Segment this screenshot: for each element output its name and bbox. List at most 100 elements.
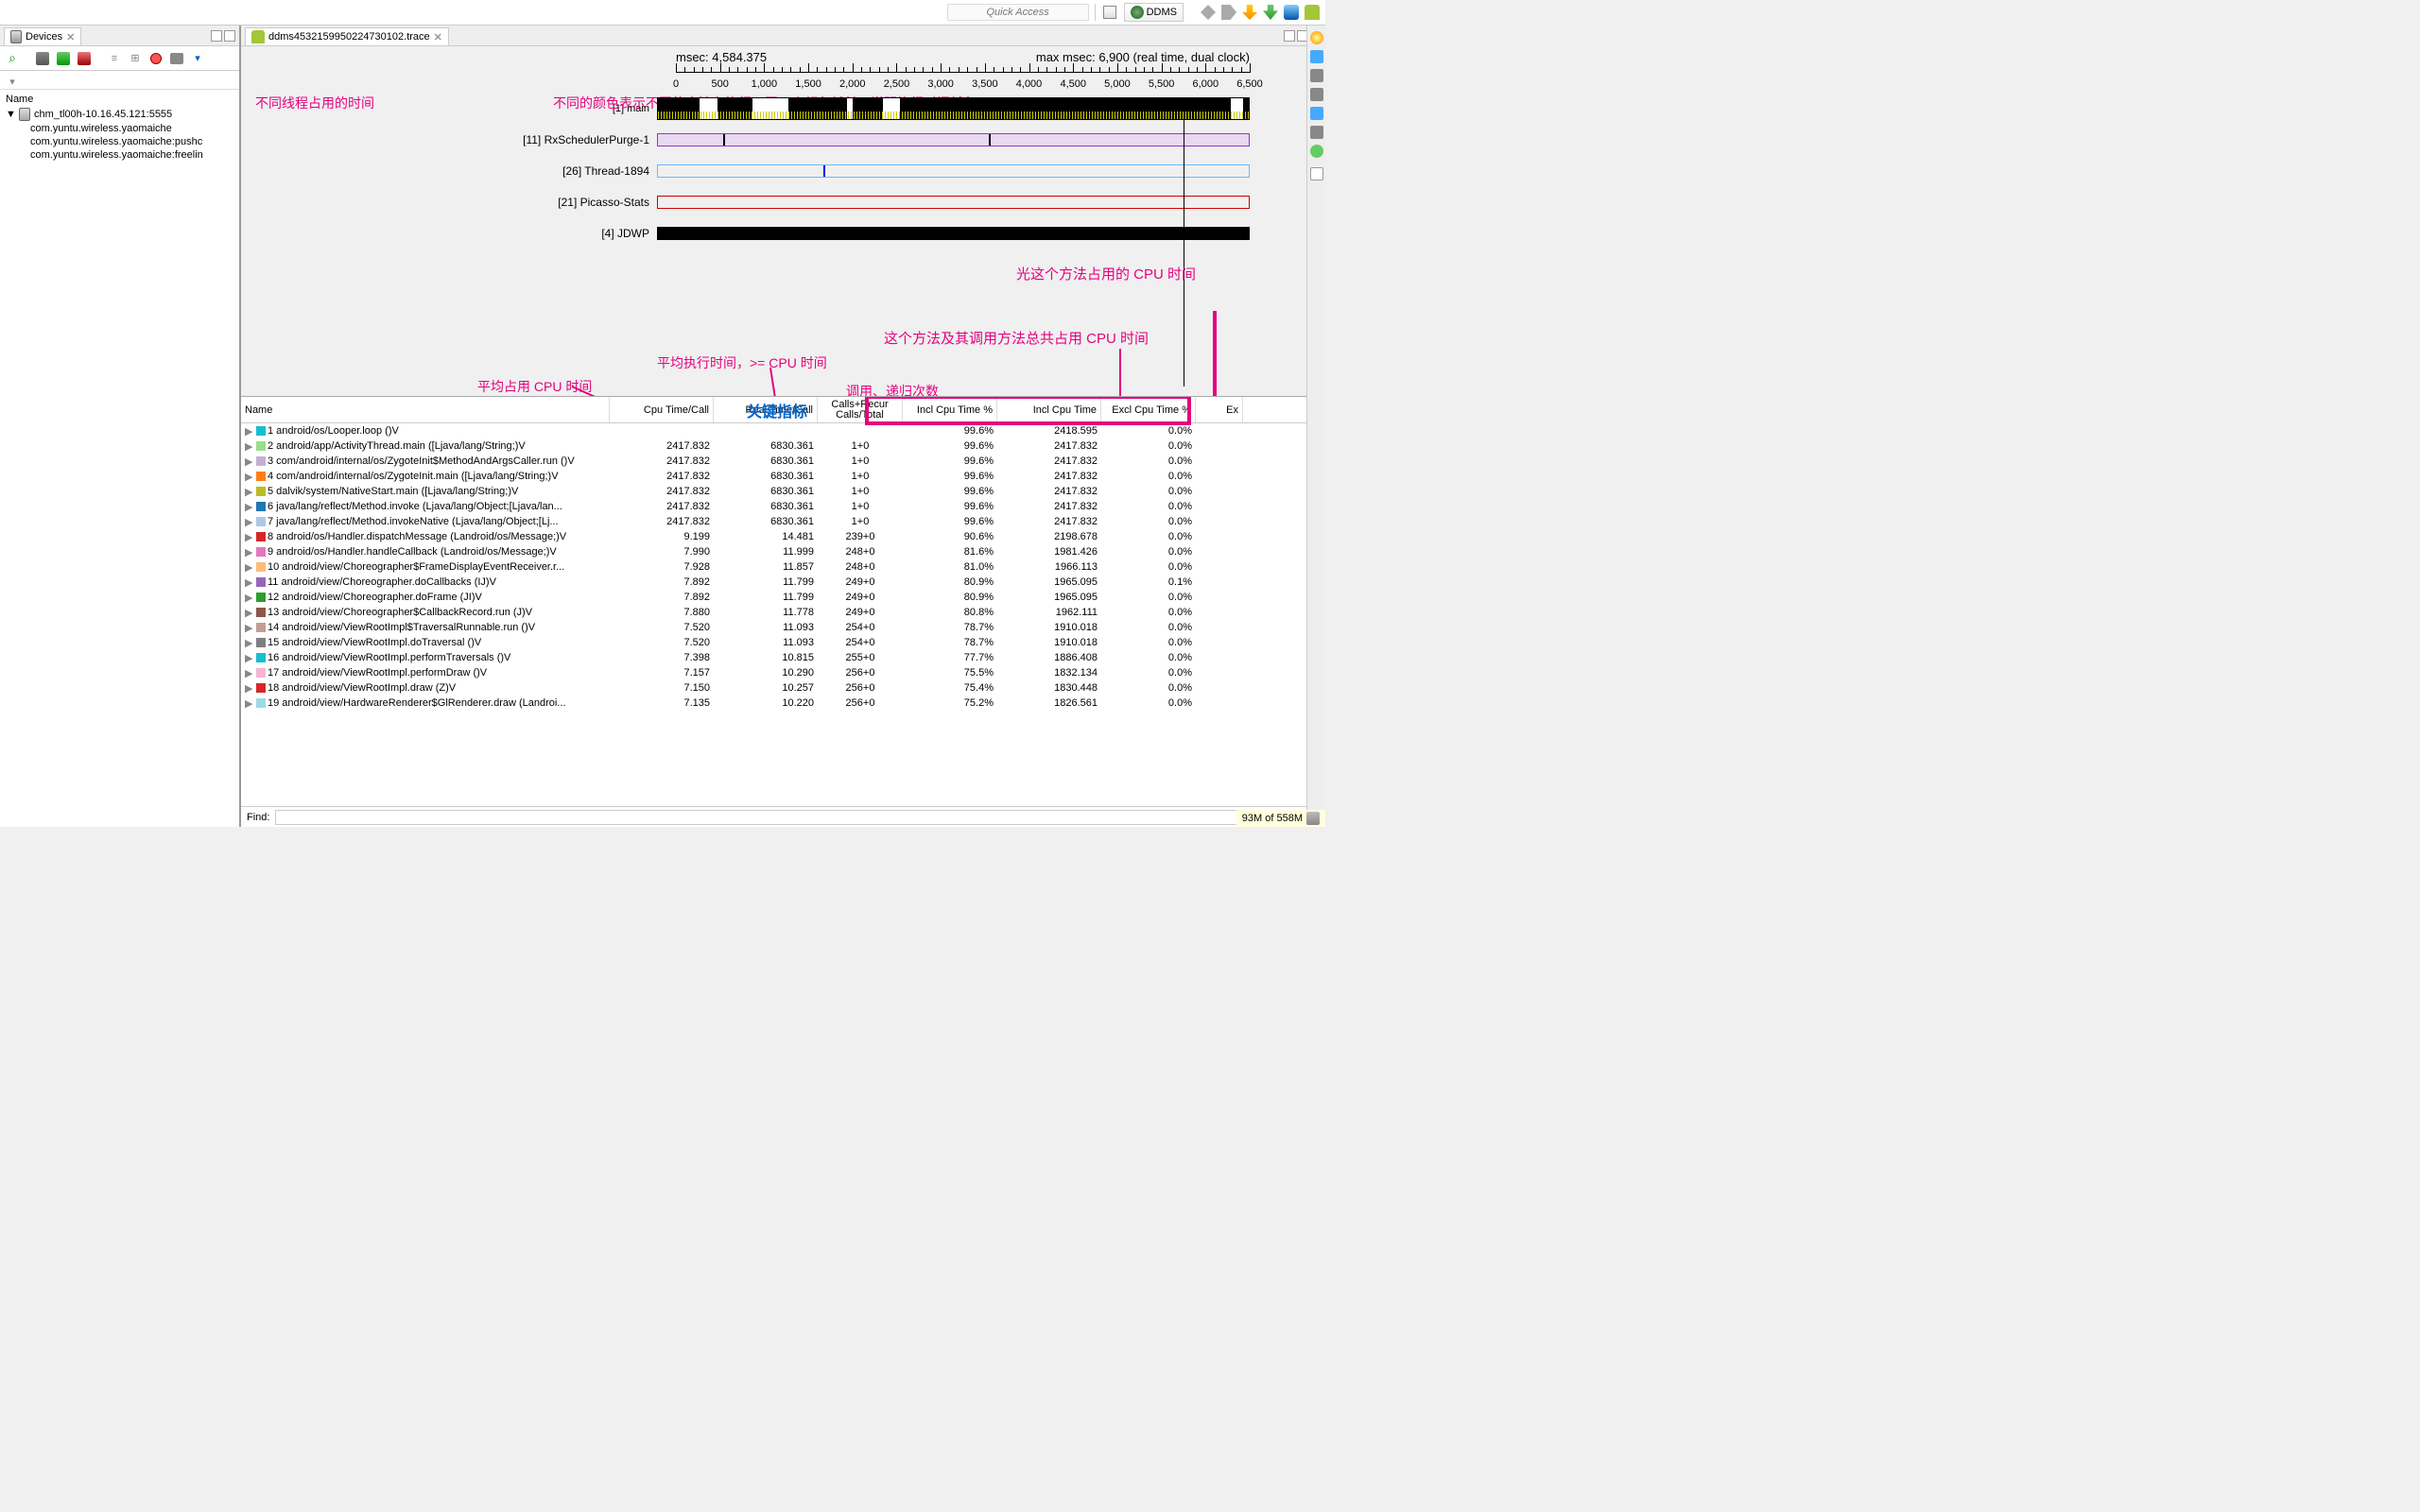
devices-tree[interactable]: Name ▼ chm_tl00h-10.16.45.121:5555 com.y… xyxy=(0,90,239,827)
time-ruler[interactable]: 05001,0001,5002,0002,5003,0003,5004,0004… xyxy=(676,72,1250,94)
expand-icon[interactable]: ▶ xyxy=(245,697,254,710)
table-row[interactable]: ▶ 16 android/view/ViewRootImpl.performTr… xyxy=(241,650,1306,665)
expand-icon[interactable]: ▶ xyxy=(245,576,254,589)
table-body[interactable]: ▶ 1 android/os/Looper.loop ()V99.6%2418.… xyxy=(241,423,1306,806)
thread-row-main[interactable]: [1] main xyxy=(241,94,1250,123)
table-row[interactable]: ▶ 15 android/view/ViewRootImpl.doTravers… xyxy=(241,635,1306,650)
expand-icon[interactable]: ▶ xyxy=(245,546,254,558)
view-icon-7[interactable] xyxy=(1310,167,1323,180)
android-download-icon[interactable] xyxy=(1263,5,1278,20)
table-row[interactable]: ▶ 8 android/os/Handler.dispatchMessage (… xyxy=(241,529,1306,544)
table-row[interactable]: ▶ 11 android/view/Choreographer.doCallba… xyxy=(241,575,1306,590)
expand-icon[interactable]: ▶ xyxy=(245,607,254,619)
process-row[interactable]: com.yuntu.wireless.yaomaiche:pushc xyxy=(2,135,237,148)
table-row[interactable]: ▶ 3 com/android/internal/os/ZygoteInit$M… xyxy=(241,454,1306,469)
thread-picasso-bar[interactable] xyxy=(657,196,1250,209)
download-icon[interactable] xyxy=(1242,5,1257,20)
table-row[interactable]: ▶ 17 android/view/ViewRootImpl.performDr… xyxy=(241,665,1306,680)
table-row[interactable]: ▶ 19 android/view/HardwareRenderer$GlRen… xyxy=(241,696,1306,711)
expand-icon[interactable]: ▶ xyxy=(245,531,254,543)
view-icon-2[interactable] xyxy=(1310,69,1323,82)
update-heap-icon[interactable] xyxy=(36,52,49,65)
screenshot-icon[interactable] xyxy=(170,53,183,64)
dump-hprof-icon[interactable] xyxy=(57,52,70,65)
cause-gc-icon[interactable] xyxy=(78,52,91,65)
col-name[interactable]: Name xyxy=(241,397,610,422)
thread-row-picasso[interactable]: [21] Picasso-Stats xyxy=(241,188,1250,216)
thread-rx-bar[interactable] xyxy=(657,133,1250,146)
device-node[interactable]: ▼ chm_tl00h-10.16.45.121:5555 xyxy=(2,107,237,122)
trace-tab[interactable]: ddms4532159950224730102.trace ✕ xyxy=(245,27,449,45)
table-row[interactable]: ▶ 5 dalvik/system/NativeStart.main ([Lja… xyxy=(241,484,1306,499)
expand-icon[interactable]: ▶ xyxy=(245,682,254,695)
update-threads-icon[interactable]: ≡ xyxy=(106,50,123,67)
table-row[interactable]: ▶ 7 java/lang/reflect/Method.invokeNativ… xyxy=(241,514,1306,529)
thread-jdwp-bar[interactable] xyxy=(657,227,1250,240)
expand-icon[interactable]: ▶ xyxy=(245,501,254,513)
table-row[interactable]: ▶ 14 android/view/ViewRootImpl$Traversal… xyxy=(241,620,1306,635)
toolbar-icon-1[interactable] xyxy=(1201,5,1216,20)
thread-1894-bar[interactable] xyxy=(657,164,1250,178)
view-icon-6[interactable] xyxy=(1310,145,1323,158)
thread-row-rx[interactable]: [11] RxSchedulerPurge-1 xyxy=(241,126,1250,154)
table-row[interactable]: ▶ 13 android/view/Choreographer$Callback… xyxy=(241,605,1306,620)
expand-icon[interactable]: ▶ xyxy=(245,667,254,679)
timeline-pane[interactable]: msec: 4,584.375 max msec: 6,900 (real ti… xyxy=(241,46,1306,396)
maximize-button[interactable] xyxy=(224,30,235,42)
expand-arrow-icon[interactable]: ▼ xyxy=(6,109,15,120)
ddms-perspective-button[interactable]: DDMS xyxy=(1124,3,1184,22)
toolbar-icon-2[interactable] xyxy=(1221,5,1236,20)
view-icon-4[interactable] xyxy=(1310,107,1323,120)
col-excl-cpu[interactable]: Ex xyxy=(1196,397,1243,422)
expand-icon[interactable]: ▶ xyxy=(245,592,254,604)
process-row[interactable]: com.yuntu.wireless.yaomaiche xyxy=(2,122,237,135)
process-row[interactable]: com.yuntu.wireless.yaomaiche:freelin xyxy=(2,148,237,162)
devices-toolbar: ⌕ ≡ ⊞ ▾ xyxy=(0,46,239,71)
col-incl-cpu[interactable]: Incl Cpu Time xyxy=(997,397,1101,422)
open-perspective-button[interactable] xyxy=(1101,4,1118,21)
expand-icon[interactable]: ▶ xyxy=(245,471,254,483)
expand-icon[interactable]: ▶ xyxy=(245,622,254,634)
start-profiling-icon[interactable]: ⊞ xyxy=(127,50,144,67)
close-icon[interactable]: ✕ xyxy=(434,31,442,43)
expand-icon[interactable]: ▶ xyxy=(245,561,254,574)
expand-icon[interactable]: ▶ xyxy=(245,455,254,468)
android-icon-toolbar[interactable] xyxy=(1305,5,1320,20)
minimize-button[interactable] xyxy=(211,30,222,42)
thread-main-bar[interactable] xyxy=(657,97,1250,120)
dump-view-icon[interactable]: ▾ xyxy=(189,50,206,67)
expand-icon[interactable]: ▶ xyxy=(245,486,254,498)
sdcard-icon[interactable] xyxy=(1284,5,1299,20)
minimize-button[interactable] xyxy=(1284,30,1295,42)
thread-row-jdwp[interactable]: [4] JDWP xyxy=(241,219,1250,248)
col-excl-cpu-pct[interactable]: Excl Cpu Time % xyxy=(1101,397,1196,422)
expand-icon[interactable]: ▶ xyxy=(245,637,254,649)
debug-icon[interactable]: ⌕ xyxy=(4,50,21,67)
expand-icon[interactable]: ▶ xyxy=(245,652,254,664)
col-cpu-time-call[interactable]: Cpu Time/Call xyxy=(610,397,714,422)
table-row[interactable]: ▶ 12 android/view/Choreographer.doFrame … xyxy=(241,590,1306,605)
close-icon[interactable]: ✕ xyxy=(66,31,75,43)
devices-tab[interactable]: Devices ✕ xyxy=(4,27,81,45)
view-icon-3[interactable] xyxy=(1310,88,1323,101)
table-row[interactable]: ▶ 18 android/view/ViewRootImpl.draw (Z)V… xyxy=(241,680,1306,696)
view-icon-5[interactable] xyxy=(1310,126,1323,139)
find-input[interactable] xyxy=(275,810,1301,825)
table-row[interactable]: ▶ 1 android/os/Looper.loop ()V99.6%2418.… xyxy=(241,423,1306,438)
expand-icon[interactable]: ▶ xyxy=(245,440,254,453)
table-row[interactable]: ▶ 6 java/lang/reflect/Method.invoke (Lja… xyxy=(241,499,1306,514)
view-icon-1[interactable] xyxy=(1310,50,1323,63)
expand-icon[interactable]: ▶ xyxy=(245,516,254,528)
expand-icon[interactable]: ▶ xyxy=(245,425,254,438)
systrace-icon[interactable]: ▾ xyxy=(4,73,21,90)
gc-button[interactable] xyxy=(1306,812,1320,825)
thread-row-1894[interactable]: [26] Thread-1894 xyxy=(241,157,1250,185)
table-row[interactable]: ▶ 9 android/os/Handler.handleCallback (L… xyxy=(241,544,1306,559)
table-row[interactable]: ▶ 4 com/android/internal/os/ZygoteInit.m… xyxy=(241,469,1306,484)
outline-icon[interactable] xyxy=(1310,31,1323,44)
col-calls[interactable]: Calls+RecurCalls/Total xyxy=(818,397,903,422)
stop-icon[interactable] xyxy=(150,53,162,64)
table-row[interactable]: ▶ 2 android/app/ActivityThread.main ([Lj… xyxy=(241,438,1306,454)
table-row[interactable]: ▶ 10 android/view/Choreographer$FrameDis… xyxy=(241,559,1306,575)
quick-access-input[interactable] xyxy=(947,4,1089,21)
